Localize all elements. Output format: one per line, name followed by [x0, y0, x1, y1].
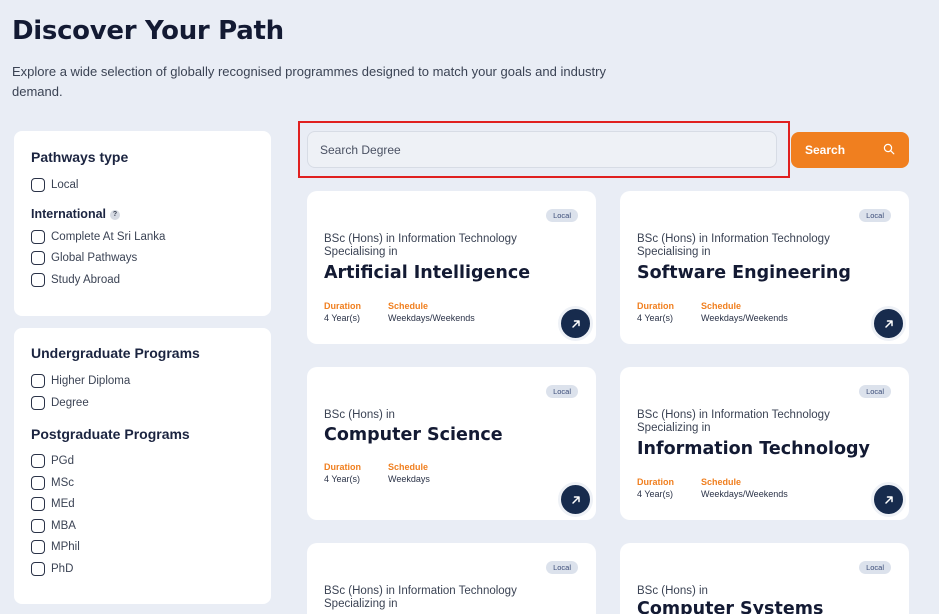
- page-subtitle: Explore a wide selection of globally rec…: [12, 64, 606, 99]
- search-icon: [883, 143, 895, 155]
- schedule-label: Schedule: [701, 477, 742, 487]
- schedule-value: Weekdays: [388, 474, 430, 484]
- duration-label: Duration: [637, 477, 674, 487]
- checkbox[interactable]: [31, 519, 45, 533]
- location-badge: Local: [546, 385, 578, 398]
- program-prefix: BSc (Hons) in Information Technology Spe…: [324, 585, 517, 610]
- duration-value: 4 Year(s): [637, 489, 674, 499]
- program-prefix: BSc (Hons) in Information Technology Spe…: [637, 233, 830, 258]
- help-icon[interactable]: ?: [110, 209, 121, 220]
- checkbox[interactable]: [31, 540, 45, 554]
- schedule-value: Weekdays/Weekends: [388, 313, 475, 323]
- checkbox[interactable]: [31, 251, 45, 265]
- arrow-up-right-icon: [571, 495, 580, 504]
- location-badge: Local: [859, 385, 891, 398]
- filter-complete-at-sri-lanka[interactable]: Complete At Sri Lanka: [31, 229, 165, 245]
- filter-local[interactable]: Local: [31, 177, 79, 193]
- checkbox[interactable]: [31, 562, 45, 576]
- schedule-value: Weekdays/Weekends: [701, 489, 788, 499]
- checkbox[interactable]: [31, 454, 45, 468]
- checkbox[interactable]: [31, 273, 45, 287]
- program-title: Software Engineering: [637, 263, 851, 283]
- open-program-button[interactable]: [558, 306, 593, 341]
- filter-mphil[interactable]: MPhil: [31, 539, 80, 555]
- program-title: Computer Systems: [637, 599, 824, 614]
- duration-label: Duration: [324, 462, 361, 472]
- program-card-information-technology[interactable]: Local BSc (Hons) in Information Technolo…: [620, 367, 909, 520]
- checkbox[interactable]: [31, 374, 45, 388]
- filter-msc[interactable]: MSc: [31, 475, 74, 491]
- location-badge: Local: [859, 209, 891, 222]
- program-card-artificial-intelligence[interactable]: Local BSc (Hons) in Information Technolo…: [307, 191, 596, 344]
- duration-label: Duration: [637, 301, 674, 311]
- open-program-button[interactable]: [871, 306, 906, 341]
- program-prefix: BSc (Hons) in: [637, 585, 708, 597]
- arrow-up-right-icon: [884, 495, 893, 504]
- open-program-button[interactable]: [558, 482, 593, 517]
- filter-pgd[interactable]: PGd: [31, 453, 74, 469]
- filter-mba[interactable]: MBA: [31, 518, 76, 534]
- schedule-label: Schedule: [388, 301, 429, 311]
- filter-phd[interactable]: PhD: [31, 561, 73, 577]
- filter-degree[interactable]: Degree: [31, 395, 89, 411]
- pathways-type-heading: Pathways type: [31, 149, 129, 165]
- programs-filter-panel: Undergraduate Programs Higher Diploma De…: [14, 328, 271, 604]
- duration-label: Duration: [324, 301, 361, 311]
- location-badge: Local: [546, 209, 578, 222]
- program-title: Artificial Intelligence: [324, 263, 531, 283]
- schedule-value: Weekdays/Weekends: [701, 313, 788, 323]
- search-button[interactable]: Search: [791, 132, 909, 168]
- program-title: Computer Science: [324, 425, 503, 445]
- checkbox[interactable]: [31, 178, 45, 192]
- checkbox[interactable]: [31, 230, 45, 244]
- undergraduate-heading: Undergraduate Programs: [31, 345, 200, 361]
- program-card-computer-science[interactable]: Local BSc (Hons) in Computer Science Dur…: [307, 367, 596, 520]
- page-title: Discover Your Path: [12, 16, 284, 46]
- filter-global-pathways[interactable]: Global Pathways: [31, 250, 137, 266]
- location-badge: Local: [546, 561, 578, 574]
- duration-value: 4 Year(s): [324, 474, 361, 484]
- location-badge: Local: [859, 561, 891, 574]
- filter-higher-diploma[interactable]: Higher Diploma: [31, 373, 130, 389]
- international-heading: International?: [31, 207, 121, 221]
- program-prefix: BSc (Hons) in Information Technology Spe…: [637, 409, 830, 434]
- search-degree-input[interactable]: [307, 131, 777, 168]
- open-program-button[interactable]: [871, 482, 906, 517]
- checkbox[interactable]: [31, 476, 45, 490]
- program-prefix: BSc (Hons) in Information Technology Spe…: [324, 233, 517, 258]
- filter-study-abroad[interactable]: Study Abroad: [31, 272, 120, 288]
- pathways-filter-panel: Pathways type Local International? Compl…: [14, 131, 271, 316]
- duration-value: 4 Year(s): [324, 313, 361, 323]
- arrow-up-right-icon: [884, 319, 893, 328]
- checkbox[interactable]: [31, 396, 45, 410]
- duration-value: 4 Year(s): [637, 313, 674, 323]
- postgraduate-heading: Postgraduate Programs: [31, 426, 190, 442]
- program-card-software-engineering[interactable]: Local BSc (Hons) in Information Technolo…: [620, 191, 909, 344]
- program-title: Information Technology: [637, 439, 870, 459]
- schedule-label: Schedule: [388, 462, 429, 472]
- checkbox[interactable]: [31, 497, 45, 511]
- arrow-up-right-icon: [571, 319, 580, 328]
- program-card-5[interactable]: Local BSc (Hons) in Information Technolo…: [307, 543, 596, 614]
- program-card-computer-systems[interactable]: Local BSc (Hons) in Computer Systems: [620, 543, 909, 614]
- program-prefix: BSc (Hons) in: [324, 409, 395, 421]
- filter-med[interactable]: MEd: [31, 496, 75, 512]
- schedule-label: Schedule: [701, 301, 742, 311]
